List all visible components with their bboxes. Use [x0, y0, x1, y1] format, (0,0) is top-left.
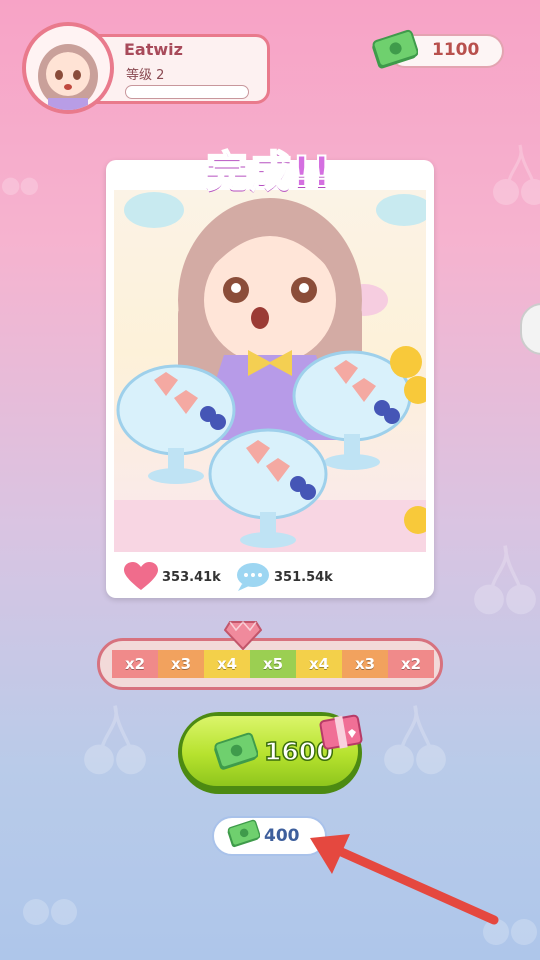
- multiplier-cell: x3: [342, 650, 388, 678]
- cash-icon: [227, 819, 260, 848]
- cash-icon: [372, 29, 418, 69]
- player-name: Eatwiz: [124, 40, 183, 59]
- red-arrow-annotation-icon: [310, 834, 499, 925]
- heart-eyes-emoji-icon: [390, 346, 422, 378]
- multiplier-cell: x2: [112, 650, 158, 678]
- cherry-decoration-icon: [384, 705, 446, 775]
- player-profile[interactable]: Eatwiz 等级 2: [22, 22, 272, 114]
- cherry-decoration-icon: [2, 177, 38, 195]
- side-scroll-button[interactable]: [520, 303, 540, 355]
- multiplier-cell: x5: [250, 650, 296, 678]
- multiplier-cell: x4: [204, 650, 250, 678]
- cherry-decoration-icon: [493, 144, 540, 205]
- girl-eating-dessert-illustration: [114, 192, 426, 552]
- multiplier-cell: x4: [296, 650, 342, 678]
- xp-progress-bar: [125, 85, 249, 99]
- claim-value: 400: [264, 826, 300, 846]
- likes-value: 353.41k: [162, 569, 221, 585]
- comments-value: 351.54k: [274, 569, 333, 585]
- likes-count: 353.41k: [124, 562, 221, 592]
- ruby-pointer-icon: [224, 620, 262, 650]
- multiplier-row: x2 x3 x4 x5 x4 x3 x2: [112, 650, 434, 678]
- currency-balance: 1100: [432, 40, 480, 60]
- result-photo-card: 353.41k 351.54k: [106, 160, 434, 598]
- comments-count: 351.54k: [236, 562, 333, 592]
- heart-icon: [124, 562, 158, 590]
- gift-icon: [319, 714, 363, 750]
- chat-bubble-icon: [237, 563, 269, 591]
- girl-avatar-icon: [38, 44, 98, 110]
- cash-icon: [214, 732, 258, 770]
- completion-title: 完成!!: [205, 146, 333, 197]
- multiplier-bar: x2 x3 x4 x5 x4 x3 x2: [97, 638, 443, 690]
- avatar[interactable]: [22, 22, 114, 114]
- cherry-decoration-icon: [474, 545, 536, 615]
- multiplier-cell: x2: [388, 650, 434, 678]
- multiplier-cell: x3: [158, 650, 204, 678]
- cherry-decoration-icon: [84, 705, 146, 775]
- result-photo: [114, 190, 426, 552]
- cherry-decoration-icon: [23, 899, 77, 925]
- player-level: 等级 2: [126, 68, 165, 83]
